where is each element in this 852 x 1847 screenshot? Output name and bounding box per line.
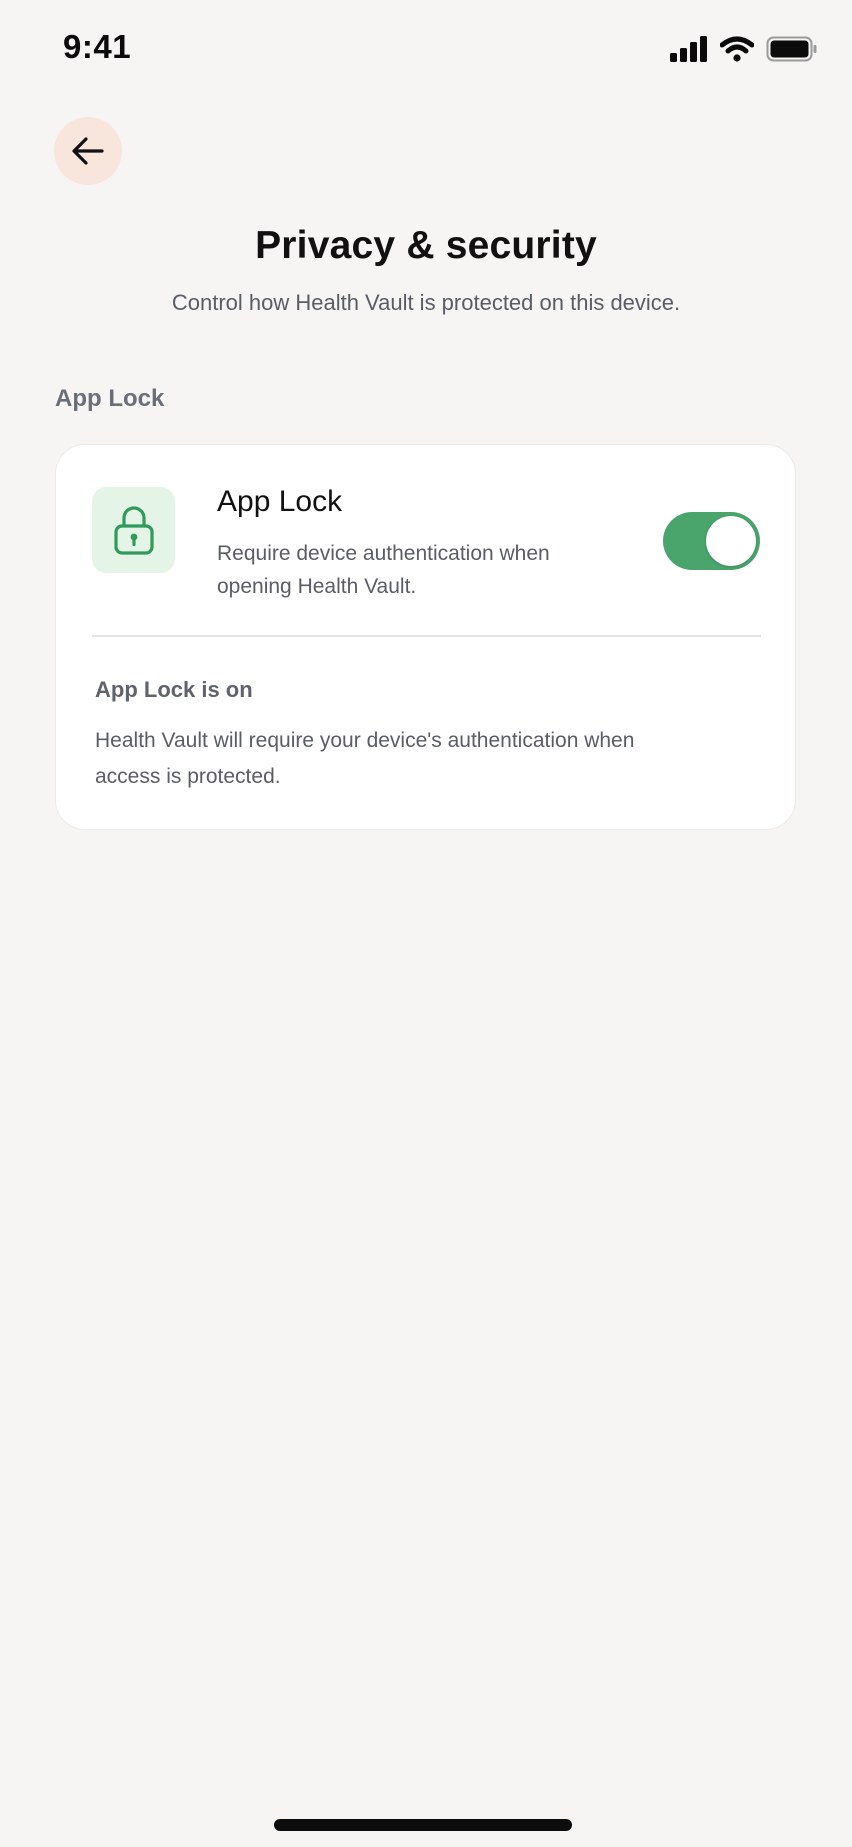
status-icons: [670, 34, 818, 64]
status-body: Health Vault will require your device's …: [95, 729, 635, 788]
back-button[interactable]: [54, 117, 122, 185]
status-bar: 9:41: [0, 0, 852, 100]
setting-description: Require device authentication when openi…: [217, 542, 550, 598]
status-time: 9:41: [63, 28, 132, 65]
lock-icon-tile: [92, 487, 175, 573]
toggle-knob: [706, 516, 756, 566]
home-indicator: [274, 1819, 572, 1831]
page-title: Privacy & security: [255, 224, 597, 267]
battery-icon: [766, 36, 817, 62]
cellular-signal-icon: [670, 36, 707, 62]
status-heading: App Lock is on: [95, 677, 253, 702]
lock-icon: [113, 506, 154, 555]
setting-title: App Lock: [217, 485, 343, 518]
wifi-icon: [720, 36, 754, 62]
divider: [92, 635, 761, 637]
app-lock-card: App Lock Require device authentication w…: [55, 444, 796, 830]
page-subtitle: Control how Health Vault is protected on…: [171, 290, 681, 315]
arrow-left-icon: [72, 137, 104, 165]
app-lock-toggle[interactable]: [663, 512, 760, 570]
section-label: App Lock: [55, 385, 165, 412]
